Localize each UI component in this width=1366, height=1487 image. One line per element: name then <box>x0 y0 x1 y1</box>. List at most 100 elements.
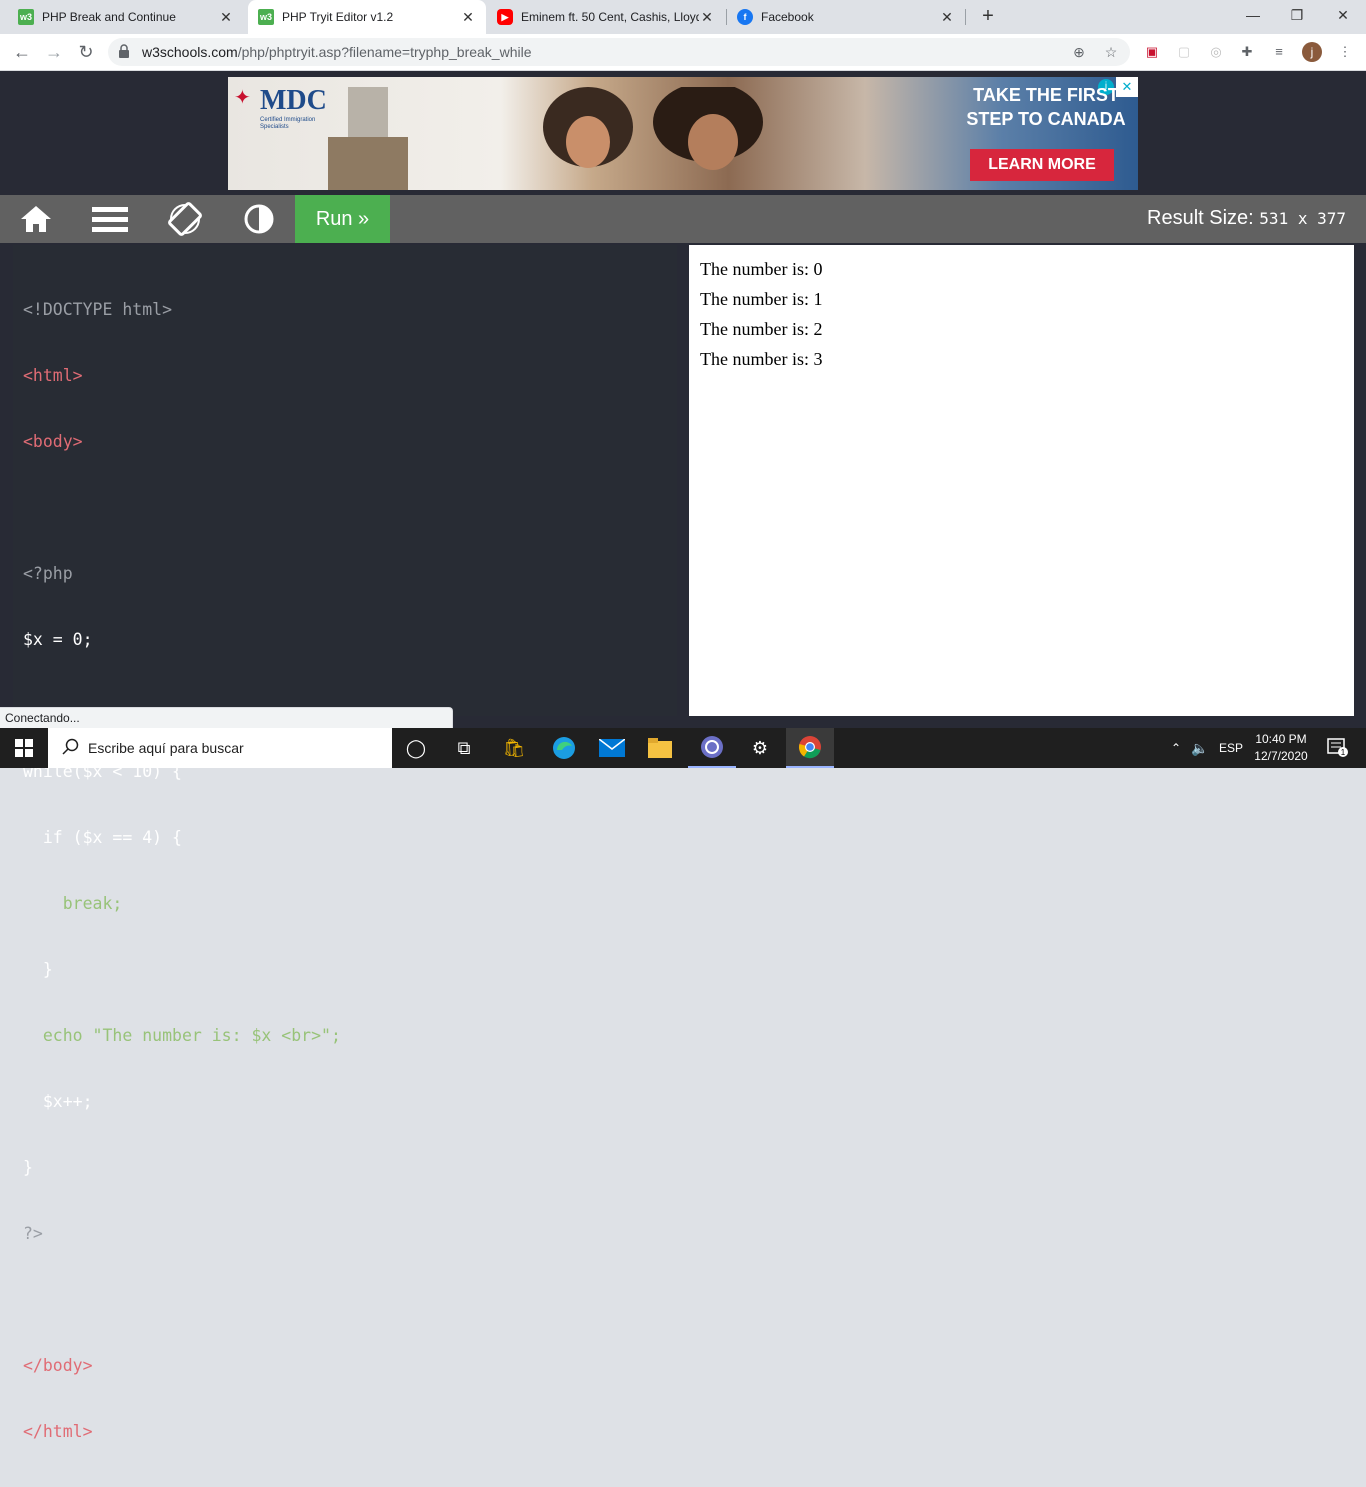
code-line: echo "The number is: $x <br>"; <box>23 1026 341 1045</box>
chrome-icon[interactable] <box>786 728 834 768</box>
code-line: <?php <box>23 564 73 583</box>
code-line: } <box>23 960 53 979</box>
windows-start-icon[interactable] <box>0 728 48 768</box>
clock-date: 12/7/2020 <box>1254 749 1308 763</box>
tab-facebook[interactable]: f Facebook ✕ <box>727 0 965 34</box>
notification-center-icon[interactable]: 1 <box>1318 728 1358 768</box>
extensions-puzzle-icon[interactable]: ✚ <box>1238 43 1256 61</box>
tab-title: Eminem ft. 50 Cent, Cashis, Lloyd <box>521 10 699 24</box>
result-panel: The number is: 0 The number is: 1 The nu… <box>689 245 1354 716</box>
tray-chevron-icon[interactable]: ⌃ <box>1166 728 1186 768</box>
run-button[interactable]: Run » <box>295 195 390 243</box>
forward-arrow-icon[interactable]: → <box>42 40 66 64</box>
code-line: </body> <box>23 1356 93 1375</box>
menu-kebab-icon[interactable]: ⋮ <box>1336 43 1354 61</box>
tab-tryit-editor[interactable]: w3 PHP Tryit Editor v1.2 ✕ <box>248 0 486 34</box>
ad-headline: TAKE THE FIRST STEP TO CANADA <box>966 85 1126 129</box>
tryit-page: ✦ MDC Certified Immigration Specialists … <box>0 71 1366 1441</box>
youtube-favicon-icon: ▶ <box>497 9 513 25</box>
code-line: if ($x == 4) { <box>23 828 182 847</box>
code-editor[interactable]: <!DOCTYPE html> <html> <body> <?php $x =… <box>13 245 677 1441</box>
code-line: $x++; <box>23 1092 93 1111</box>
ad-photo <box>543 87 763 170</box>
code-line: <!DOCTYPE html> <box>23 300 173 319</box>
media-app-icon[interactable] <box>688 728 736 768</box>
code-line: ?> <box>23 1224 43 1243</box>
notification-count: 1 <box>1341 748 1346 757</box>
close-icon[interactable]: ✕ <box>939 9 955 26</box>
file-explorer-icon[interactable] <box>636 728 684 768</box>
maple-leaf-icon: ✦ <box>234 87 251 109</box>
facebook-favicon-icon: f <box>737 9 753 25</box>
code-line: <html> <box>23 366 83 385</box>
restore-icon[interactable]: ❐ <box>1274 0 1320 30</box>
taskbar-clock[interactable]: 10:40 PM 12/7/2020 <box>1250 731 1312 765</box>
address-bar[interactable]: w3schools.com/php/phptryit.asp?filename=… <box>108 38 1130 66</box>
advertisement-banner[interactable]: ✦ MDC Certified Immigration Specialists … <box>228 77 1138 190</box>
ad-learn-more-button[interactable]: LEARN MORE <box>970 149 1114 181</box>
menu-hamburger-icon[interactable] <box>84 195 136 243</box>
close-icon[interactable]: ✕ <box>218 9 234 26</box>
tab-title: PHP Tryit Editor v1.2 <box>282 10 394 24</box>
code-line: </html> <box>23 1422 93 1441</box>
reload-icon[interactable]: ↻ <box>74 40 98 64</box>
url-text: w3schools.com/php/phptryit.asp?filename=… <box>142 44 532 60</box>
home-icon[interactable] <box>10 195 62 243</box>
task-view-icon[interactable]: ⧉ <box>440 728 488 768</box>
code-line: } <box>23 1158 33 1177</box>
result-line: The number is: 1 <box>700 289 823 309</box>
tab-separator <box>965 9 966 25</box>
browser-toolbar: ← → ↻ w3schools.com/php/phptryit.asp?fil… <box>0 34 1366 71</box>
tab-title: PHP Break and Continue <box>42 10 176 24</box>
theme-contrast-icon[interactable] <box>233 195 285 243</box>
minimize-icon[interactable]: — <box>1230 0 1276 30</box>
pocket-extension-icon[interactable]: ▣ <box>1143 43 1161 61</box>
url-host: w3schools.com <box>142 44 238 60</box>
close-window-icon[interactable]: ✕ <box>1320 0 1366 30</box>
media-queue-icon[interactable]: ≡ <box>1270 43 1288 61</box>
clock-time: 10:40 PM <box>1255 732 1307 746</box>
rotate-layout-icon[interactable] <box>159 195 211 243</box>
result-line: The number is: 3 <box>700 349 823 369</box>
w3schools-favicon-icon: w3 <box>18 9 34 25</box>
edge-icon[interactable] <box>540 728 588 768</box>
tryit-toolbar: Run » Result Size: 531 x 377 <box>0 195 1366 243</box>
status-bar: Conectando... <box>0 707 453 728</box>
result-line: The number is: 0 <box>700 259 823 279</box>
close-icon[interactable]: ✕ <box>460 9 476 26</box>
close-icon[interactable]: ✕ <box>699 9 715 26</box>
result-line: The number is: 2 <box>700 319 823 339</box>
result-size: Result Size: 531 x 377 <box>1147 207 1346 230</box>
language-indicator[interactable]: ESP <box>1214 728 1248 768</box>
taskbar-search-box[interactable]: Escribe aquí para buscar <box>48 728 392 768</box>
settings-gear-icon[interactable]: ⚙ <box>736 728 784 768</box>
bookmark-star-icon[interactable]: ☆ <box>1102 43 1120 61</box>
mail-icon[interactable] <box>588 728 636 768</box>
lock-icon <box>118 44 134 60</box>
tab-title: Facebook <box>761 10 814 24</box>
extension-circle-icon[interactable]: ◎ <box>1207 43 1225 61</box>
code-line: $x = 0; <box>23 630 93 649</box>
result-size-value: 531 x 377 <box>1259 209 1346 228</box>
extension-placeholder-icon[interactable]: ▢ <box>1175 43 1193 61</box>
search-placeholder: Escribe aquí para buscar <box>88 740 244 756</box>
windows-taskbar: Escribe aquí para buscar ◯ ⧉ 🛍 ⚙ ⌃ 🔈 ESP… <box>0 728 1366 768</box>
cortana-icon[interactable]: ◯ <box>392 728 440 768</box>
w3schools-favicon-icon: w3 <box>258 9 274 25</box>
back-arrow-icon[interactable]: ← <box>10 40 34 64</box>
zoom-icon[interactable]: ⊕ <box>1070 43 1088 61</box>
browser-tab-strip: w3 PHP Break and Continue ✕ w3 PHP Tryit… <box>0 0 1366 34</box>
ad-figure-illustration <box>328 87 408 190</box>
search-icon <box>62 738 79 755</box>
tab-php-break[interactable]: w3 PHP Break and Continue ✕ <box>8 0 244 34</box>
tab-youtube[interactable]: ▶ Eminem ft. 50 Cent, Cashis, Lloyd ✕ <box>487 0 725 34</box>
store-icon[interactable]: 🛍 <box>490 728 538 768</box>
new-tab-button[interactable]: + <box>976 4 1000 28</box>
code-line: break; <box>23 894 123 913</box>
profile-avatar[interactable]: j <box>1302 42 1322 62</box>
code-line: <body> <box>23 432 83 451</box>
url-path: /php/phptryit.asp?filename=tryphp_break_… <box>237 44 532 60</box>
volume-icon[interactable]: 🔈 <box>1188 728 1212 768</box>
